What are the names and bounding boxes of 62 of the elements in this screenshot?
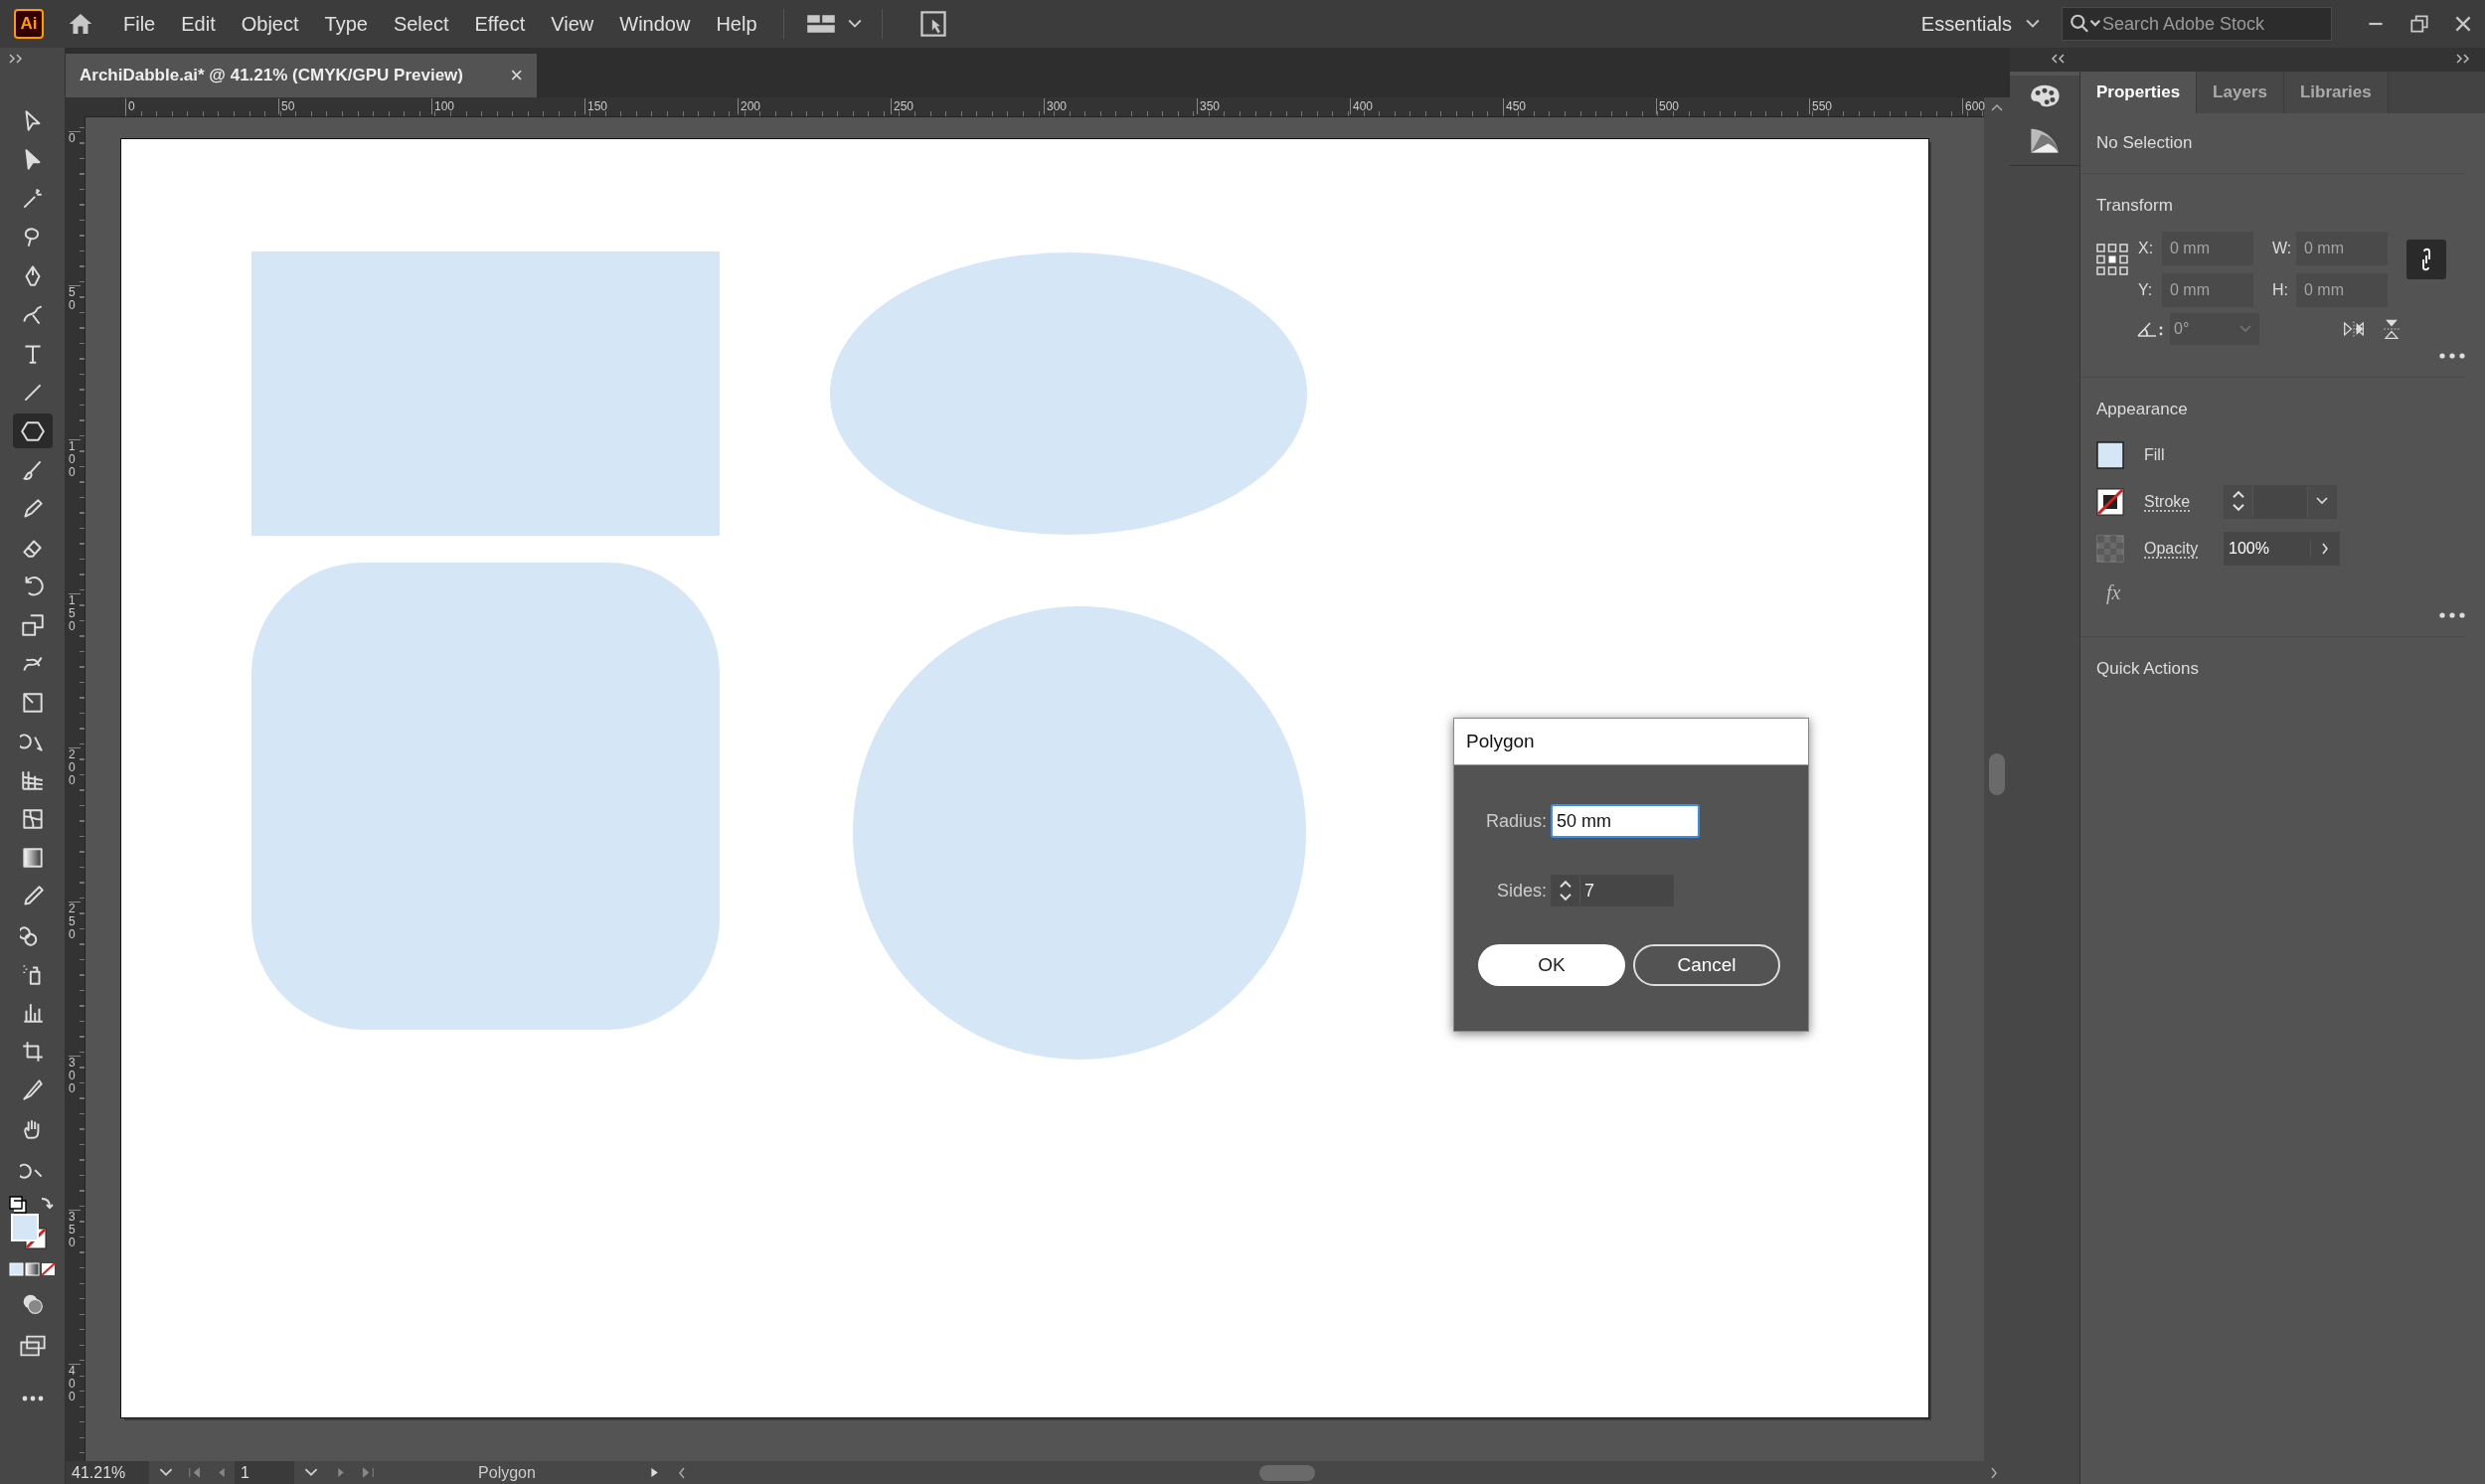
ruler-label: 250 xyxy=(891,98,914,114)
selection-status: No Selection xyxy=(2096,133,2194,153)
ruler-label: 50 xyxy=(69,285,81,313)
section-title: Appearance xyxy=(2096,400,2189,419)
menu-item[interactable]: View xyxy=(551,12,594,36)
menu-item[interactable]: File xyxy=(123,12,156,36)
effects-button[interactable]: fx xyxy=(2106,581,2121,604)
ruler-label: 100 xyxy=(431,98,455,114)
ruler-label: 400 xyxy=(1350,98,1374,114)
sides-field[interactable]: 7 xyxy=(1551,875,1674,907)
field-label: Radius: xyxy=(1484,810,1547,832)
ruler-label: 500 xyxy=(1656,98,1680,114)
workspace-switcher[interactable]: Essentials xyxy=(1920,12,2012,36)
ruler-label: 300 xyxy=(1044,98,1068,114)
ok-button[interactable]: OK xyxy=(1478,944,1625,986)
cancel-button[interactable]: Cancel xyxy=(1633,944,1780,986)
status-tool-label[interactable]: Polygon xyxy=(388,1463,626,1482)
stock-search-field[interactable]: Search Adobe Stock xyxy=(2062,7,2332,41)
menu-item[interactable]: Edit xyxy=(181,12,216,36)
menu-item[interactable]: Type xyxy=(324,12,368,36)
panel-tab[interactable]: Layers xyxy=(2197,72,2284,113)
document-tab[interactable]: ArchiDabble.ai* @ 41.21% (CMYK/GPU Preview) × xyxy=(66,54,537,97)
ruler-label: 50 xyxy=(278,98,295,114)
field-label: Sides: xyxy=(1495,880,1547,902)
menu-item[interactable]: Object xyxy=(241,12,299,36)
menu-item[interactable]: Window xyxy=(619,12,691,36)
menu-item[interactable]: Effect xyxy=(474,12,526,36)
ruler-label: 0 xyxy=(125,98,135,114)
field-label: W: xyxy=(2272,240,2293,257)
menu-item[interactable]: Select xyxy=(393,12,449,36)
appearance-label[interactable]: Stroke xyxy=(2144,492,2224,511)
panel-tab[interactable]: Properties xyxy=(2080,72,2198,113)
ruler-label: 550 xyxy=(1809,98,1833,114)
document-title: ArchiDabble.ai* @ 41.21% (CMYK/GPU Preview) xyxy=(80,66,464,85)
ruler-label: 300 xyxy=(69,1056,81,1096)
opacity-field[interactable]: 100% xyxy=(2224,531,2340,566)
ruler-label: 450 xyxy=(1503,98,1527,114)
section-title: Quick Actions xyxy=(2096,659,2200,679)
ruler-label: 0 xyxy=(69,131,81,146)
app-logo: Ai xyxy=(14,9,44,39)
field-label: H: xyxy=(2272,281,2289,299)
appearance-label[interactable]: Opacity xyxy=(2144,539,2224,558)
section-title: Transform xyxy=(2096,196,2174,216)
ruler-label: 400 xyxy=(69,1364,81,1404)
radius-field[interactable]: 50 mm xyxy=(1551,804,1700,838)
ruler-label: 250 xyxy=(69,902,81,942)
zoom-field[interactable]: 41.21% xyxy=(66,1461,149,1484)
dialog-title: Polygon xyxy=(1454,719,1808,765)
ruler-label: 150 xyxy=(69,593,81,634)
page-field[interactable]: 1 xyxy=(235,1461,294,1484)
menu-item[interactable]: Help xyxy=(716,12,757,36)
field-label: X: xyxy=(2138,240,2155,257)
ruler-label: 100 xyxy=(69,439,81,480)
close-tab-button[interactable]: × xyxy=(510,63,523,88)
ruler-label: 150 xyxy=(584,98,608,114)
ruler-label: 350 xyxy=(1197,98,1221,114)
appearance-label: Fill xyxy=(2144,445,2166,464)
ruler-label: 350 xyxy=(69,1210,81,1250)
panel-tab[interactable]: Libraries xyxy=(2283,72,2389,113)
ruler-label: 200 xyxy=(69,747,81,788)
ruler-label: 200 xyxy=(738,98,761,114)
field-label: Y: xyxy=(2138,281,2154,299)
